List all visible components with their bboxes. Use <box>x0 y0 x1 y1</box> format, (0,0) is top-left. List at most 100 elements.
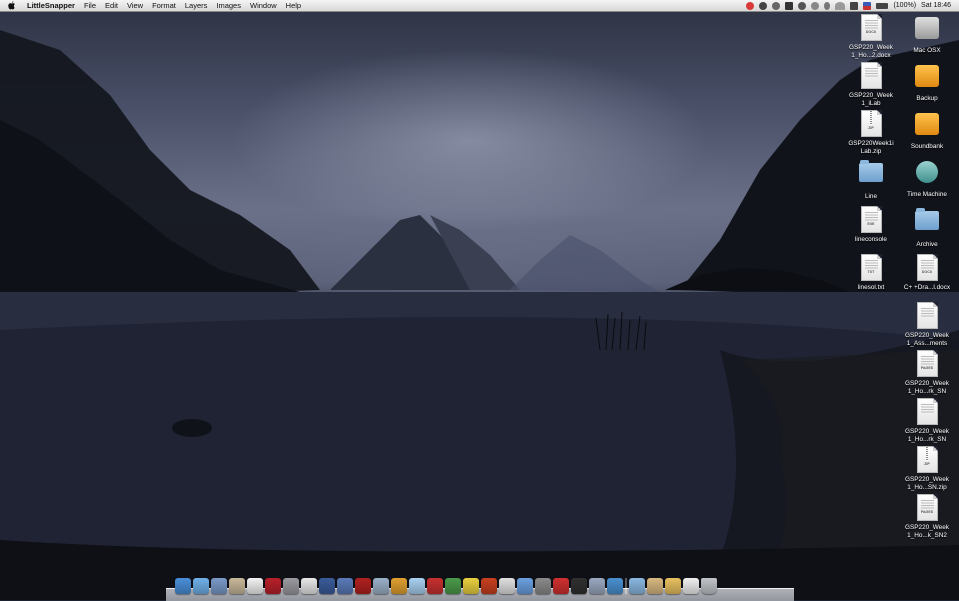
document-icon: TXT <box>860 254 882 281</box>
document-icon <box>916 302 938 329</box>
dock-safari-icon[interactable] <box>193 578 209 594</box>
wifi-icon[interactable] <box>835 1 846 10</box>
input-flag-icon[interactable] <box>863 1 872 10</box>
desktop-icon[interactable]: PAGES GSP220_Week 1_Ho...rk_SN <box>899 350 955 395</box>
refresh-icon[interactable] <box>772 1 781 10</box>
menu-layers[interactable]: Layers <box>185 0 208 11</box>
desktop-icon[interactable]: Archive <box>899 206 955 249</box>
dock-chess-icon[interactable] <box>535 578 551 594</box>
desktop-icon-image: PAGES <box>915 494 939 522</box>
desktop-icon[interactable]: DOCX GSP220_Week 1_Ho...2.docx <box>843 14 899 59</box>
desktop-icon[interactable]: Soundbank <box>899 110 955 151</box>
folder-icon <box>915 208 939 230</box>
dock-preview-icon[interactable] <box>211 578 227 594</box>
dock-documents-stack-icon[interactable] <box>665 578 681 594</box>
document-icon: PAGES <box>916 494 938 521</box>
dock-finder-icon[interactable] <box>175 578 191 594</box>
desktop-icon[interactable]: ZIP GSP220Week1i Lab.zip <box>843 110 899 155</box>
desktop-icon[interactable]: TXT linesol.txt <box>843 254 899 292</box>
desktop-icon[interactable]: DOCX C+ +Dra...l.docx <box>899 254 955 292</box>
volume-icon[interactable] <box>850 1 859 10</box>
wallpaper-landscape <box>0 30 959 600</box>
dock-ical-icon[interactable] <box>247 578 263 594</box>
dock-downloads-stack-icon[interactable] <box>647 578 663 594</box>
desktop-icon-image: ZIP <box>915 446 939 474</box>
time-machine-menu-icon[interactable] <box>798 1 807 10</box>
dock-unity-icon[interactable] <box>499 578 515 594</box>
dock-automator-icon[interactable] <box>589 578 605 594</box>
dock-utilities-icon[interactable] <box>445 578 461 594</box>
dock-instruments-icon[interactable] <box>337 578 353 594</box>
document-icon: DOCX <box>916 254 938 281</box>
dock-bbedit-icon[interactable] <box>427 578 443 594</box>
menu-clock[interactable]: Sat 18:46 <box>921 2 951 9</box>
desktop-icon[interactable]: GSP220_Week 1_iLab <box>843 62 899 107</box>
drive-icon <box>915 113 939 135</box>
dock-trash-icon[interactable] <box>701 578 717 594</box>
dock-photo-booth-icon[interactable] <box>265 578 281 594</box>
dock-applications-folder-icon[interactable] <box>629 578 645 594</box>
desktop-icon[interactable]: EXE lineconsole <box>843 206 899 244</box>
desktop-icon-image: TXT <box>859 254 883 282</box>
bluetooth-icon[interactable] <box>824 1 831 10</box>
desktop-icon-label: Mac OSX <box>913 47 941 54</box>
lock-icon[interactable] <box>785 1 794 10</box>
menu-window[interactable]: Window <box>250 0 277 11</box>
menu-images[interactable]: Images <box>216 0 241 11</box>
dock-little-snapper-icon[interactable] <box>607 578 623 594</box>
desktop-icon[interactable]: Backup <box>899 62 955 103</box>
menu-bar: LittleSnapper File Edit View Format Laye… <box>0 0 959 12</box>
dock-cube-icon[interactable] <box>409 578 425 594</box>
file-type-tag: EXE <box>867 222 875 227</box>
zip-file-icon: ZIP <box>860 110 882 137</box>
document-icon: DOCX <box>860 14 882 41</box>
sync-icon[interactable] <box>759 1 768 10</box>
dock-sandvox-icon[interactable] <box>355 578 371 594</box>
dock-pdf-stack-icon[interactable] <box>683 578 699 594</box>
dock-system-preferences-icon[interactable] <box>283 578 299 594</box>
time-machine-icon <box>916 161 938 183</box>
dock-coda-icon[interactable] <box>391 578 407 594</box>
record-icon[interactable] <box>746 1 755 10</box>
dock-textedit-icon[interactable] <box>301 578 317 594</box>
desktop-icon-label: GSP220_Week 1_Ho...k_SN2 <box>905 524 949 539</box>
file-type-tag: ZIP <box>924 462 930 467</box>
desktop-icon-image: DOCX <box>915 254 939 282</box>
dock-vmware-icon[interactable] <box>481 578 497 594</box>
dock-fantastical-icon[interactable] <box>553 578 569 594</box>
menu-format[interactable]: Format <box>152 0 176 11</box>
battery-icon[interactable] <box>876 2 889 9</box>
desktop-icon-image <box>859 62 883 90</box>
dock-itunes-icon[interactable] <box>517 578 533 594</box>
desktop-icon[interactable]: ZIP GSP220_Week 1_Ho...SN.zip <box>899 446 955 491</box>
battery-percent: (100%) <box>893 2 917 9</box>
desktop-icon[interactable]: Mac OSX <box>899 14 955 55</box>
desktop-icon[interactable]: PAGES GSP220_Week 1_Ho...k_SN2 <box>899 494 955 539</box>
desktop-icon[interactable]: Line <box>843 158 899 201</box>
menu-help[interactable]: Help <box>286 0 301 11</box>
desktop-icon[interactable]: GSP220_Week 1_Ho...rk_SN <box>899 398 955 443</box>
menu-app-name[interactable]: LittleSnapper <box>27 0 75 11</box>
desktop-icon-label: GSP220_Week 1_iLab <box>849 92 893 107</box>
desktop-icons: DOCX GSP220_Week 1_Ho...2.docx Mac OSX GSP2… <box>839 14 959 554</box>
dock-wand-icon[interactable] <box>463 578 479 594</box>
time-icon[interactable] <box>811 1 820 10</box>
menu-edit[interactable]: Edit <box>105 0 118 11</box>
menu-file[interactable]: File <box>84 0 96 11</box>
desktop-icon-label: GSP220_Week 1_Ho...SN.zip <box>905 476 949 491</box>
desktop-icon[interactable]: Time Machine <box>899 158 955 199</box>
desktop-icon-label: C+ +Dra...l.docx <box>903 284 951 291</box>
dock-dvd-player-icon[interactable] <box>571 578 587 594</box>
drive-icon <box>915 65 939 87</box>
file-type-tag: PAGES <box>920 510 934 515</box>
dock-script-editor-icon[interactable] <box>373 578 389 594</box>
desktop-icon-label: Backup <box>916 95 938 102</box>
apple-logo-icon[interactable] <box>7 1 17 10</box>
desktop-icon-label: GSP220_Week 1_Ho...2.docx <box>849 44 893 59</box>
file-type-tag: PAGES <box>920 366 934 371</box>
desktop-icon-label: GSP220Week1i Lab.zip <box>848 140 894 155</box>
desktop-icon[interactable]: GSP220_Week 1_Ass...ments <box>899 302 955 347</box>
dock-xcode-icon[interactable] <box>319 578 335 594</box>
menu-view[interactable]: View <box>127 0 143 11</box>
dock-mail-icon[interactable] <box>229 578 245 594</box>
